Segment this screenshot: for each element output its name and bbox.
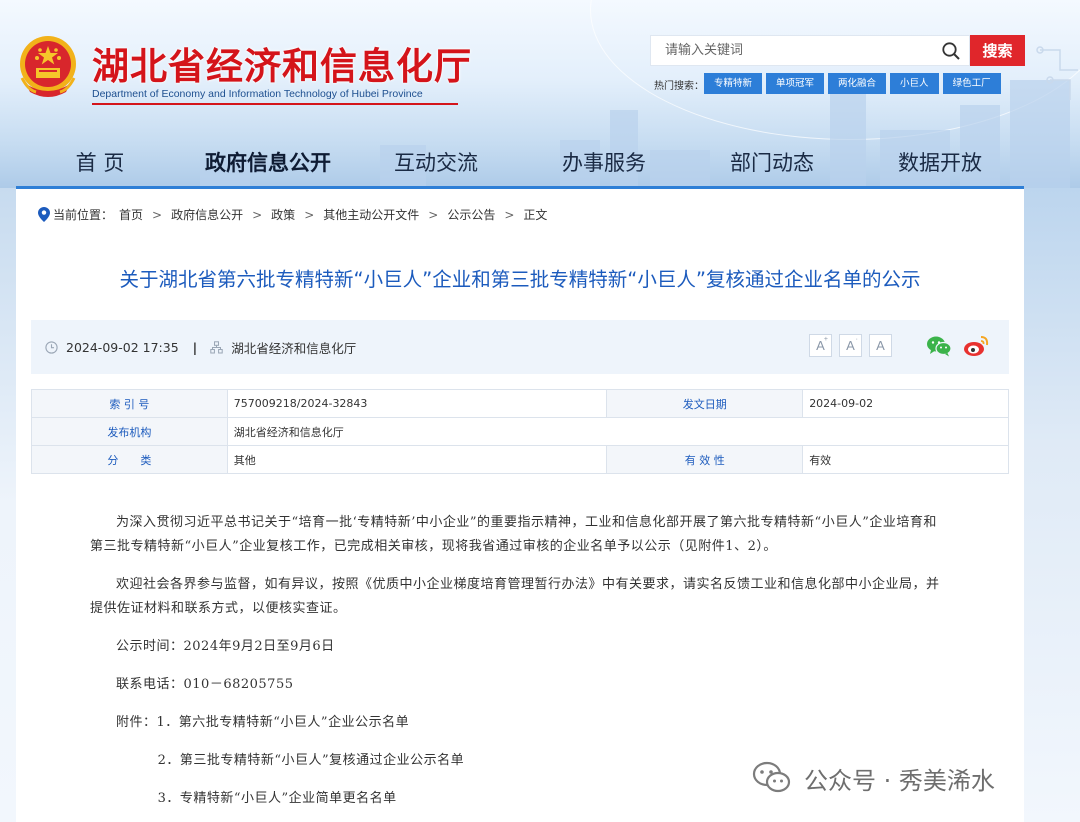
weibo-icon[interactable] [963, 334, 989, 358]
publisher-label: 发布机构 [31, 417, 228, 446]
info-row: 索 引 号 757009218/2024-32843 发文日期 2024-09-… [31, 389, 1009, 418]
info-row: 发布机构 湖北省经济和信息化厅 [31, 417, 1010, 446]
breadcrumb-home[interactable]: 首页 [119, 206, 143, 223]
index-number-label: 索 引 号 [31, 389, 228, 418]
nav-item-interaction[interactable]: 互动交流 [352, 138, 520, 188]
national-emblem-icon [20, 36, 76, 97]
breadcrumb-other-files[interactable]: 其他主动公开文件 [323, 206, 419, 223]
font-default-button[interactable]: A · [839, 334, 862, 357]
info-row: 分 类 其他 有 效 性 有效 [31, 445, 1009, 474]
breadcrumb-separator: > [304, 207, 315, 222]
article-title: 关于湖北省第六批专精特新“小巨人”企业和第三批专精特新“小巨人”复核通过企业名单… [119, 268, 921, 291]
search-icon[interactable] [941, 41, 961, 61]
document-info-table: 索 引 号 757009218/2024-32843 发文日期 2024-09-… [31, 389, 1010, 474]
hot-tag[interactable]: 两化融合 [828, 73, 887, 94]
watermark-text: 公众号 · 秀美浠水 [804, 766, 995, 795]
page-background-left [0, 188, 16, 822]
site-subtitle: Department of Economy and Information Te… [92, 88, 458, 105]
nav-item-services[interactable]: 办事服务 [520, 138, 688, 188]
article-datetime: 2024-09-02 17:35 [66, 339, 179, 355]
search-button[interactable]: 搜索 [970, 35, 1025, 66]
site-title[interactable]: 湖北省经济和信息化厅 [92, 36, 472, 90]
clock-icon [45, 340, 58, 354]
validity-label: 有 效 性 [606, 445, 804, 474]
nav-item-home[interactable]: 首 页 [16, 138, 184, 188]
location-pin-icon [38, 207, 50, 222]
nav-item-open-data[interactable]: 数据开放 [856, 138, 1024, 188]
index-number-value: 757009218/2024-32843 [226, 389, 608, 418]
page-background-right [1024, 188, 1080, 822]
search-input[interactable] [651, 36, 921, 65]
breadcrumb-current: 正文 [523, 208, 548, 222]
contact-phone: 联系电话：010－68205755 [116, 677, 294, 692]
breadcrumb-separator: > [428, 207, 439, 222]
article-meta: 2024-09-02 17:35 | 湖北省经济和信息化厅 [45, 320, 356, 374]
breadcrumb-label: 当前位置： [53, 208, 114, 222]
category-value: 其他 [226, 445, 608, 474]
validity-value: 有效 [802, 445, 1009, 474]
publicity-period: 公示时间：2024年9月2日至9月6日 [116, 639, 335, 654]
breadcrumb-separator: > [152, 207, 163, 222]
article-card: 当前位置： 首页 > 政府信息公开 > 政策 > 其他主动公开文件 > 公示公告… [16, 189, 1024, 822]
article-meta-bar: 2024-09-02 17:35 | 湖北省经济和信息化厅 A + A · A [31, 320, 1009, 374]
circuit-decoration-icon [1036, 46, 1078, 100]
breadcrumb-gov-info[interactable]: 政府信息公开 [171, 206, 243, 223]
watermark: 公众号 · 秀美浠水 [752, 760, 995, 796]
attachment-link-1[interactable]: 附件：1．第六批专精特新“小巨人”企业公示名单 [90, 711, 946, 735]
search-box [650, 35, 970, 66]
issue-date-value: 2024-09-02 [802, 389, 1009, 418]
hot-tag[interactable]: 绿色工厂 [942, 73, 1001, 94]
hot-search-label: 热门搜索： [654, 81, 704, 92]
category-label: 分 类 [31, 445, 228, 474]
nav-item-gov-info[interactable]: 政府信息公开 [184, 138, 352, 188]
hot-tag[interactable]: 专精特新 [704, 73, 763, 94]
breadcrumb-policy[interactable]: 政策 [271, 206, 295, 223]
organization-icon [210, 340, 223, 353]
hot-tag[interactable]: 小巨人 [890, 73, 939, 94]
wechat-official-account-icon [752, 761, 791, 793]
body-paragraph: 欢迎社会各界参与监督，如有异议，按照《优质中小企业梯度培育管理暂行办法》中有关要… [90, 577, 940, 616]
hot-search-tags: 专精特新 单项冠军 两化融合 小巨人 绿色工厂 [704, 73, 1001, 94]
breadcrumb-announcements[interactable]: 公示公告 [447, 206, 495, 223]
hot-tag[interactable]: 单项冠军 [766, 73, 825, 94]
nav-item-news[interactable]: 部门动态 [688, 138, 856, 188]
meta-divider: | [192, 339, 198, 355]
breadcrumb: 当前位置： 首页 > 政府信息公开 > 政策 > 其他主动公开文件 > 公示公告… [38, 206, 547, 223]
breadcrumb-separator: > [252, 207, 263, 222]
article-publisher: 湖北省经济和信息化厅 [231, 340, 357, 356]
font-increase-button[interactable]: A + [809, 334, 832, 357]
font-size-controls: A + A · A [809, 334, 892, 357]
issue-date-label: 发文日期 [606, 389, 804, 418]
font-decrease-button[interactable]: A [869, 334, 892, 357]
wechat-icon[interactable] [926, 334, 952, 358]
body-paragraph: 为深入贯彻习近平总书记关于“培育一批‘专精特新’中小企业”的重要指示精神，工业和… [90, 515, 937, 554]
breadcrumb-separator: > [504, 207, 515, 222]
main-nav: 首 页 政府信息公开 互动交流 办事服务 部门动态 数据开放 [16, 138, 1024, 188]
publisher-value: 湖北省经济和信息化厅 [226, 417, 1010, 446]
